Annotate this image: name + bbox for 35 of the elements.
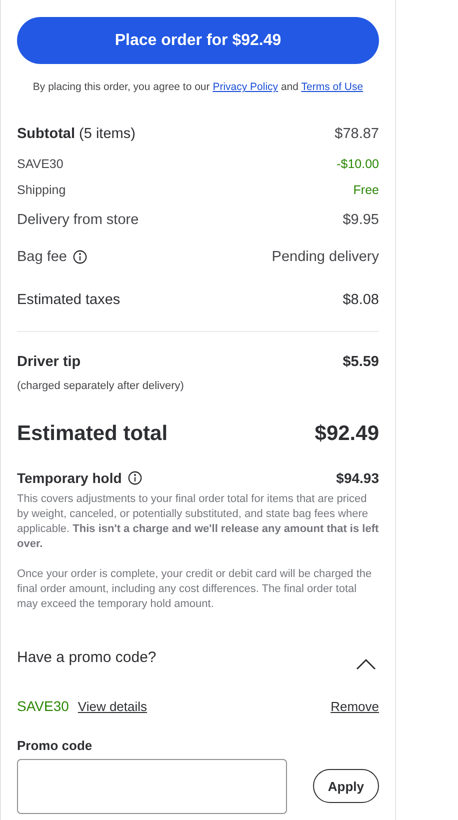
summary-label: Subtotal (5 items) — [17, 126, 136, 142]
remove-link[interactable]: Remove — [330, 699, 379, 714]
driver-tip-note: (charged separately after delivery) — [17, 380, 184, 392]
summary-label: SAVE30 — [17, 157, 64, 171]
promo-toggle[interactable]: Have a promo code? — [17, 626, 379, 670]
summary-label: Estimated taxes — [17, 292, 120, 308]
summary-label: Bag fee — [17, 249, 67, 265]
summary-value: $78.87 — [334, 126, 379, 142]
promo-code-field[interactable] — [17, 759, 287, 814]
view-details-link[interactable]: View details — [78, 698, 148, 714]
summary-label: Delivery from store — [17, 212, 139, 228]
summary-value: $9.95 — [342, 212, 379, 228]
apply-button[interactable]: Apply — [312, 769, 379, 803]
agreement-text: By placing this order, you agree to our Privacy Policy and Terms of Use — [32, 81, 364, 93]
driver-tip-label: Driver tip — [17, 354, 81, 370]
chevron-up-icon — [356, 658, 376, 670]
hold-explanation: Once your order is complete, your credit or debit card will be charged the final order amount, including any cost differences. The final order total may exceed the temporary hold amount. — [17, 567, 373, 612]
temporary-hold-value: $94.93 — [336, 470, 379, 486]
info-icon[interactable] — [128, 471, 142, 485]
applied-promo-code: SAVE30 — [17, 698, 69, 714]
summary-value: $8.08 — [342, 292, 379, 308]
temporary-hold-label: Temporary hold — [17, 470, 122, 486]
summary-label: Shipping — [17, 183, 66, 197]
promo-code-label: Promo code — [17, 738, 92, 753]
privacy-policy-link[interactable]: Privacy Policy — [212, 81, 278, 93]
terms-of-use-link[interactable]: Terms of Use — [301, 81, 364, 93]
estimated-total-label: Estimated total — [17, 422, 168, 446]
summary-value: Pending delivery — [272, 249, 379, 265]
summary-value: Free — [353, 183, 379, 197]
place-order-button[interactable]: Place order for $92.49 — [17, 17, 379, 64]
summary-value: -$10.00 — [336, 157, 379, 171]
estimated-total-value: $92.49 — [314, 422, 379, 446]
info-icon[interactable] — [73, 250, 87, 264]
hold-explanation: This covers adjustments to your final order total for items that are priced by weight, canceled, or potentially substituted, and state bag fees where applicable. This isn't a charge and we'll release any amount that is left over. — [17, 492, 379, 552]
driver-tip-value: $5.59 — [342, 354, 379, 370]
